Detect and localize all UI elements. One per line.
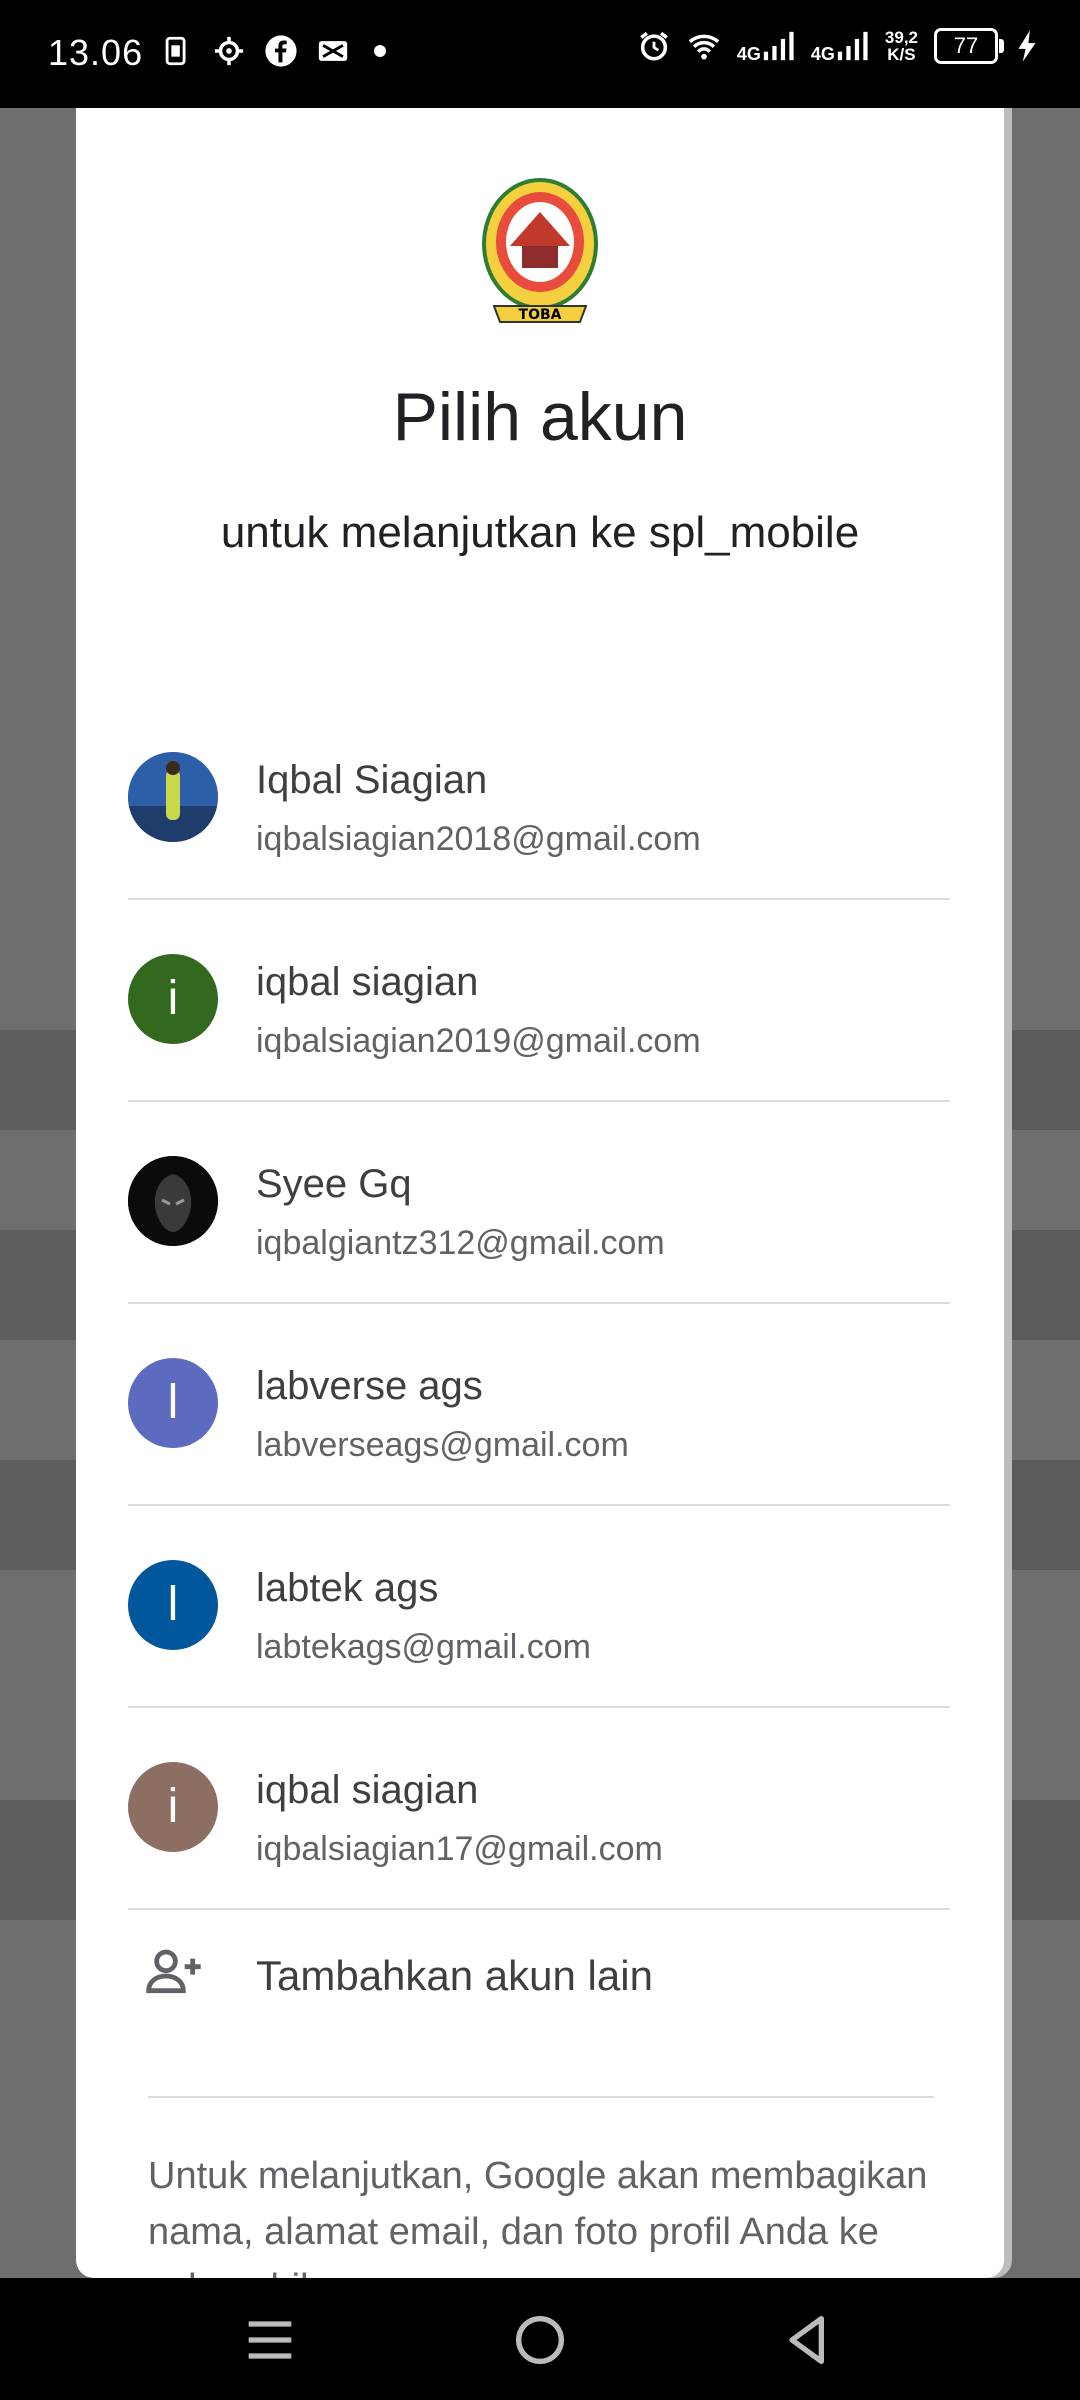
status-time: 13.06 [48, 32, 144, 73]
svg-text:TOBA: TOBA [519, 307, 562, 323]
dot-icon [374, 45, 386, 57]
settings-icon [214, 36, 244, 66]
avatar-photo [128, 1156, 218, 1246]
wifi-icon [688, 34, 720, 60]
dialog-title: Pilih akun [392, 379, 688, 455]
account-item[interactable]: i iqbal siagian iqbalsiagian17@gmail.com [128, 1708, 950, 1910]
add-account-button[interactable]: Tambahkan akun lain [128, 1908, 950, 2038]
background-panel [0, 1460, 76, 1570]
network-type-1: 4G [736, 44, 761, 64]
system-icons: 4G 4G 39,2 K/S 77 [637, 28, 1040, 64]
background-panel [0, 1230, 76, 1340]
background-panel [1002, 1800, 1080, 1920]
account-item[interactable]: Syee Gq iqbalgiantz312@gmail.com [128, 1102, 950, 1304]
network-type-2: 4G [810, 44, 835, 64]
avatar [128, 752, 218, 842]
background-panel [0, 1030, 76, 1130]
avatar: i [128, 954, 218, 1044]
account-email: iqbalgiantz312@gmail.com [256, 1224, 665, 1262]
signal-1: 4G [737, 29, 795, 63]
signal-icon [763, 31, 794, 61]
charging-icon [1018, 30, 1036, 62]
account-name: Syee Gq [256, 1162, 412, 1206]
battery-level: 77 [953, 33, 979, 58]
account-email: iqbalsiagian2018@gmail.com [256, 820, 701, 858]
account-item[interactable]: l labverse ags labverseags@gmail.com [128, 1304, 950, 1506]
account-name: Iqbal Siagian [256, 758, 488, 802]
account-list: Iqbal Siagian iqbalsiagian2018@gmail.com… [128, 698, 950, 1910]
add-account-label: Tambahkan akun lain [256, 1952, 653, 1999]
background-panel [0, 1800, 76, 1920]
sim-icon [165, 36, 186, 66]
network-speed: 39,2 K/S [885, 29, 918, 63]
divider [148, 2096, 934, 2098]
navigation-bar [0, 2278, 1080, 2400]
account-item[interactable]: Iqbal Siagian iqbalsiagian2018@gmail.com [128, 698, 950, 900]
account-email: iqbalsiagian17@gmail.com [256, 1830, 663, 1868]
toba-logo: TOBA [482, 178, 598, 323]
signal-icon [837, 31, 868, 61]
account-chooser-dialog: TOBA Pilih akun untuk melanjutkan ke spl… [76, 108, 1004, 2309]
menu-icon[interactable] [238, 2308, 302, 2372]
account-name: iqbal siagian [256, 1768, 479, 1812]
facebook-icon [265, 35, 297, 67]
account-item[interactable]: l labtek ags labtekags@gmail.com [128, 1506, 950, 1708]
signal-2: 4G [811, 29, 869, 63]
account-item[interactable]: i iqbal siagian iqbalsiagian2019@gmail.c… [128, 900, 950, 1102]
avatar: l [128, 1560, 218, 1650]
account-email: labverseags@gmail.com [256, 1426, 629, 1464]
account-name: labverse ags [256, 1364, 483, 1408]
home-icon[interactable] [508, 2308, 572, 2372]
back-icon[interactable] [776, 2308, 840, 2372]
avatar: l [128, 1358, 218, 1448]
account-email: labtekags@gmail.com [256, 1628, 591, 1666]
account-name: iqbal siagian [256, 960, 479, 1004]
avatar [128, 1156, 218, 1246]
person-add-icon [146, 1949, 201, 1994]
account-name: labtek ags [256, 1566, 439, 1610]
alarm-icon [640, 31, 668, 61]
account-email: iqbalsiagian2019@gmail.com [256, 1022, 701, 1060]
background-panel [1002, 1460, 1080, 1570]
avatar: i [128, 1762, 218, 1852]
notification-icons [160, 34, 386, 68]
background-panel [1002, 1030, 1080, 1130]
dialog-subtitle: untuk melanjutkan ke spl_mobile [220, 508, 860, 557]
speed-value: 39,2 [884, 28, 918, 47]
background-panel [1002, 1230, 1080, 1340]
avatar-photo [128, 752, 218, 842]
speed-unit: K/S [887, 45, 916, 64]
capcut-icon [318, 41, 348, 61]
status-bar: 13.06 4G 4G 39,2 K/S 77 [0, 0, 1080, 108]
battery-icon: 77 [934, 28, 1004, 64]
